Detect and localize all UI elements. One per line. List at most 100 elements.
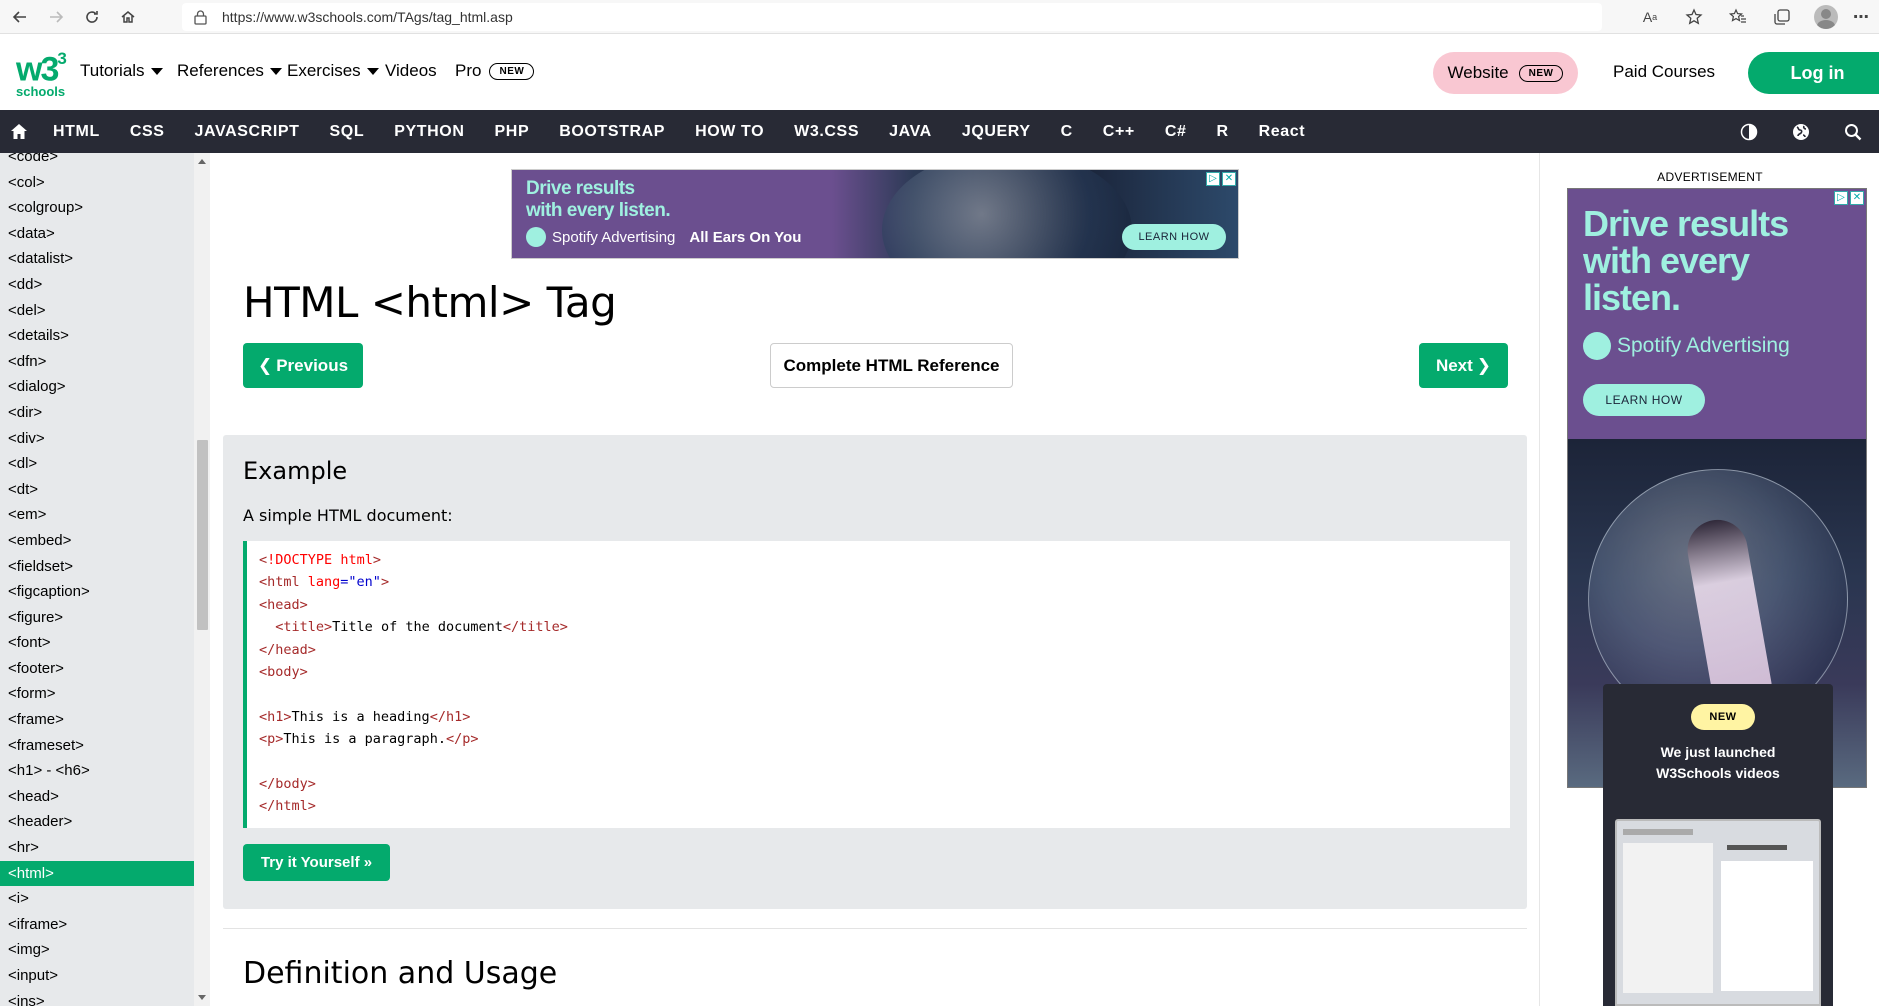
next-button[interactable]: Next ❯ (1419, 343, 1508, 388)
login-button[interactable]: Log in (1748, 52, 1879, 94)
topic-sql[interactable]: SQL (315, 110, 380, 153)
try-it-yourself-button[interactable]: Try it Yourself » (243, 844, 390, 881)
topic-howto[interactable]: HOW TO (680, 110, 779, 153)
refresh-icon[interactable] (74, 2, 110, 32)
favorite-add-icon[interactable] (1675, 2, 1713, 32)
sidebar-item-frame[interactable]: <frame> (0, 707, 194, 733)
ad-choices[interactable]: ▷ ✕ (1834, 191, 1864, 205)
nav-tutorials[interactable]: Tutorials (80, 61, 163, 81)
topic-c[interactable]: C (1046, 110, 1088, 153)
sidebar-item-font[interactable]: <font> (0, 630, 194, 656)
topic-r[interactable]: R (1202, 110, 1244, 153)
sidebar-item-col[interactable]: <col> (0, 170, 194, 196)
sidebar-item-embed[interactable]: <embed> (0, 528, 194, 554)
sidebar-item-dfn[interactable]: <dfn> (0, 349, 194, 375)
w3schools-logo[interactable]: w33 schools (16, 46, 68, 99)
favorites-icon[interactable] (1719, 2, 1757, 32)
topic-javascript[interactable]: JAVASCRIPT (180, 110, 315, 153)
read-aloud-icon[interactable]: Aa (1631, 2, 1669, 32)
profile-avatar[interactable] (1807, 2, 1845, 32)
next-label: Next (1435, 355, 1473, 375)
nav-references[interactable]: References (177, 61, 282, 81)
ad-tagline: All Ears On You (689, 228, 802, 246)
sidebar-item-code[interactable]: <code> (0, 153, 194, 170)
topic-react[interactable]: React (1244, 110, 1321, 153)
sidebar-item-dir[interactable]: <dir> (0, 400, 194, 426)
sidebar-item-figure[interactable]: <figure> (0, 605, 194, 631)
sidebar-item-h1-h6[interactable]: <h1> - <h6> (0, 758, 194, 784)
nav-videos[interactable]: Videos (385, 61, 437, 81)
more-options-icon[interactable]: ⋯ (1851, 2, 1871, 32)
website-button[interactable]: Website NEW (1433, 52, 1578, 94)
nav-exercises[interactable]: Exercises (287, 61, 379, 81)
sidebar-item-dialog[interactable]: <dialog> (0, 374, 194, 400)
sidebar-item-data[interactable]: <data> (0, 221, 194, 247)
caret-down-icon (269, 67, 282, 75)
sidebar-item-img[interactable]: <img> (0, 937, 194, 963)
collections-icon[interactable] (1763, 2, 1801, 32)
globe-icon[interactable] (1775, 110, 1827, 153)
topic-csharp[interactable]: C# (1150, 110, 1202, 153)
topic-bootstrap[interactable]: BOOTSTRAP (544, 110, 680, 153)
sidebar-item-i[interactable]: <i> (0, 886, 194, 912)
close-icon[interactable]: ✕ (1850, 191, 1864, 205)
topic-w3css[interactable]: W3.CSS (779, 110, 874, 153)
home-icon[interactable] (0, 110, 38, 153)
sidebar-item-dt[interactable]: <dt> (0, 477, 194, 503)
adchoices-icon[interactable]: ▷ (1206, 172, 1220, 186)
sidebar-item-figcaption[interactable]: <figcaption> (0, 579, 194, 605)
sidebar-scrollbar[interactable] (194, 153, 210, 1006)
sidebar-item-frameset[interactable]: <frameset> (0, 733, 194, 759)
page-title: HTML <html> Tag (243, 278, 617, 327)
sidebar-item-form[interactable]: <form> (0, 681, 194, 707)
back-icon[interactable] (2, 2, 38, 32)
caret-down-icon (150, 67, 163, 75)
topic-html[interactable]: HTML (38, 110, 115, 153)
search-icon[interactable] (1827, 110, 1879, 153)
scroll-up-icon[interactable] (198, 159, 206, 164)
sidebar-item-iframe[interactable]: <iframe> (0, 912, 194, 938)
topic-jquery[interactable]: JQUERY (947, 110, 1046, 153)
spotify-icon (1583, 332, 1611, 360)
topic-php[interactable]: PHP (480, 110, 545, 153)
nav-pro[interactable]: Pro NEW (455, 61, 535, 81)
topic-java[interactable]: JAVA (874, 110, 947, 153)
sidebar-item-em[interactable]: <em> (0, 502, 194, 528)
previous-button[interactable]: ❮ Previous (243, 343, 363, 388)
paid-courses-link[interactable]: Paid Courses (1613, 62, 1715, 82)
sidebar-item-del[interactable]: <del> (0, 298, 194, 324)
sidebar-item-head[interactable]: <head> (0, 784, 194, 810)
complete-reference-button[interactable]: Complete HTML Reference (770, 343, 1013, 388)
close-icon[interactable]: ✕ (1222, 172, 1236, 186)
address-bar[interactable]: https://www.w3schools.com/TAgs/tag_html.… (182, 3, 1602, 31)
scroll-down-icon[interactable] (198, 995, 206, 1000)
home-browser-icon[interactable] (110, 2, 146, 32)
scrollbar-thumb[interactable] (197, 440, 208, 630)
sidebar-item-details[interactable]: <details> (0, 323, 194, 349)
sidebar-item-datalist[interactable]: <datalist> (0, 246, 194, 272)
ad-brand-label: Spotify Advertising (1617, 334, 1790, 357)
sidebar-item-dl[interactable]: <dl> (0, 451, 194, 477)
topic-css[interactable]: CSS (115, 110, 180, 153)
forward-icon[interactable] (38, 2, 74, 32)
sidebar-item-colgroup[interactable]: <colgroup> (0, 195, 194, 221)
sidebar-item-ins[interactable]: <ins> (0, 989, 194, 1006)
topic-cpp[interactable]: C++ (1088, 110, 1150, 153)
sidebar-item-header[interactable]: <header> (0, 809, 194, 835)
ad-learn-how-button[interactable]: LEARN HOW (1122, 224, 1226, 250)
sidebar-item-hr[interactable]: <hr> (0, 835, 194, 861)
ad-choices[interactable]: ▷ ✕ (1206, 172, 1236, 186)
sidebar-item-input[interactable]: <input> (0, 963, 194, 989)
sidebar-item-html[interactable]: <html> (0, 860, 194, 887)
topic-python[interactable]: PYTHON (379, 110, 479, 153)
top-banner-ad[interactable]: Drive results with every listen. Spotify… (511, 169, 1239, 259)
sidebar-item-fieldset[interactable]: <fieldset> (0, 554, 194, 580)
sidebar-item-div[interactable]: <div> (0, 426, 194, 452)
ad-learn-how-button[interactable]: LEARN HOW (1583, 384, 1705, 416)
sidebar-item-dd[interactable]: <dd> (0, 272, 194, 298)
adchoices-icon[interactable]: ▷ (1834, 191, 1848, 205)
contrast-icon[interactable] (1723, 110, 1775, 153)
sidebar-item-footer[interactable]: <footer> (0, 656, 194, 682)
code-line: <title>Title of the document</title> (275, 619, 568, 636)
videos-promo-card[interactable]: NEW We just launched W3Schools videos (1603, 684, 1833, 1006)
